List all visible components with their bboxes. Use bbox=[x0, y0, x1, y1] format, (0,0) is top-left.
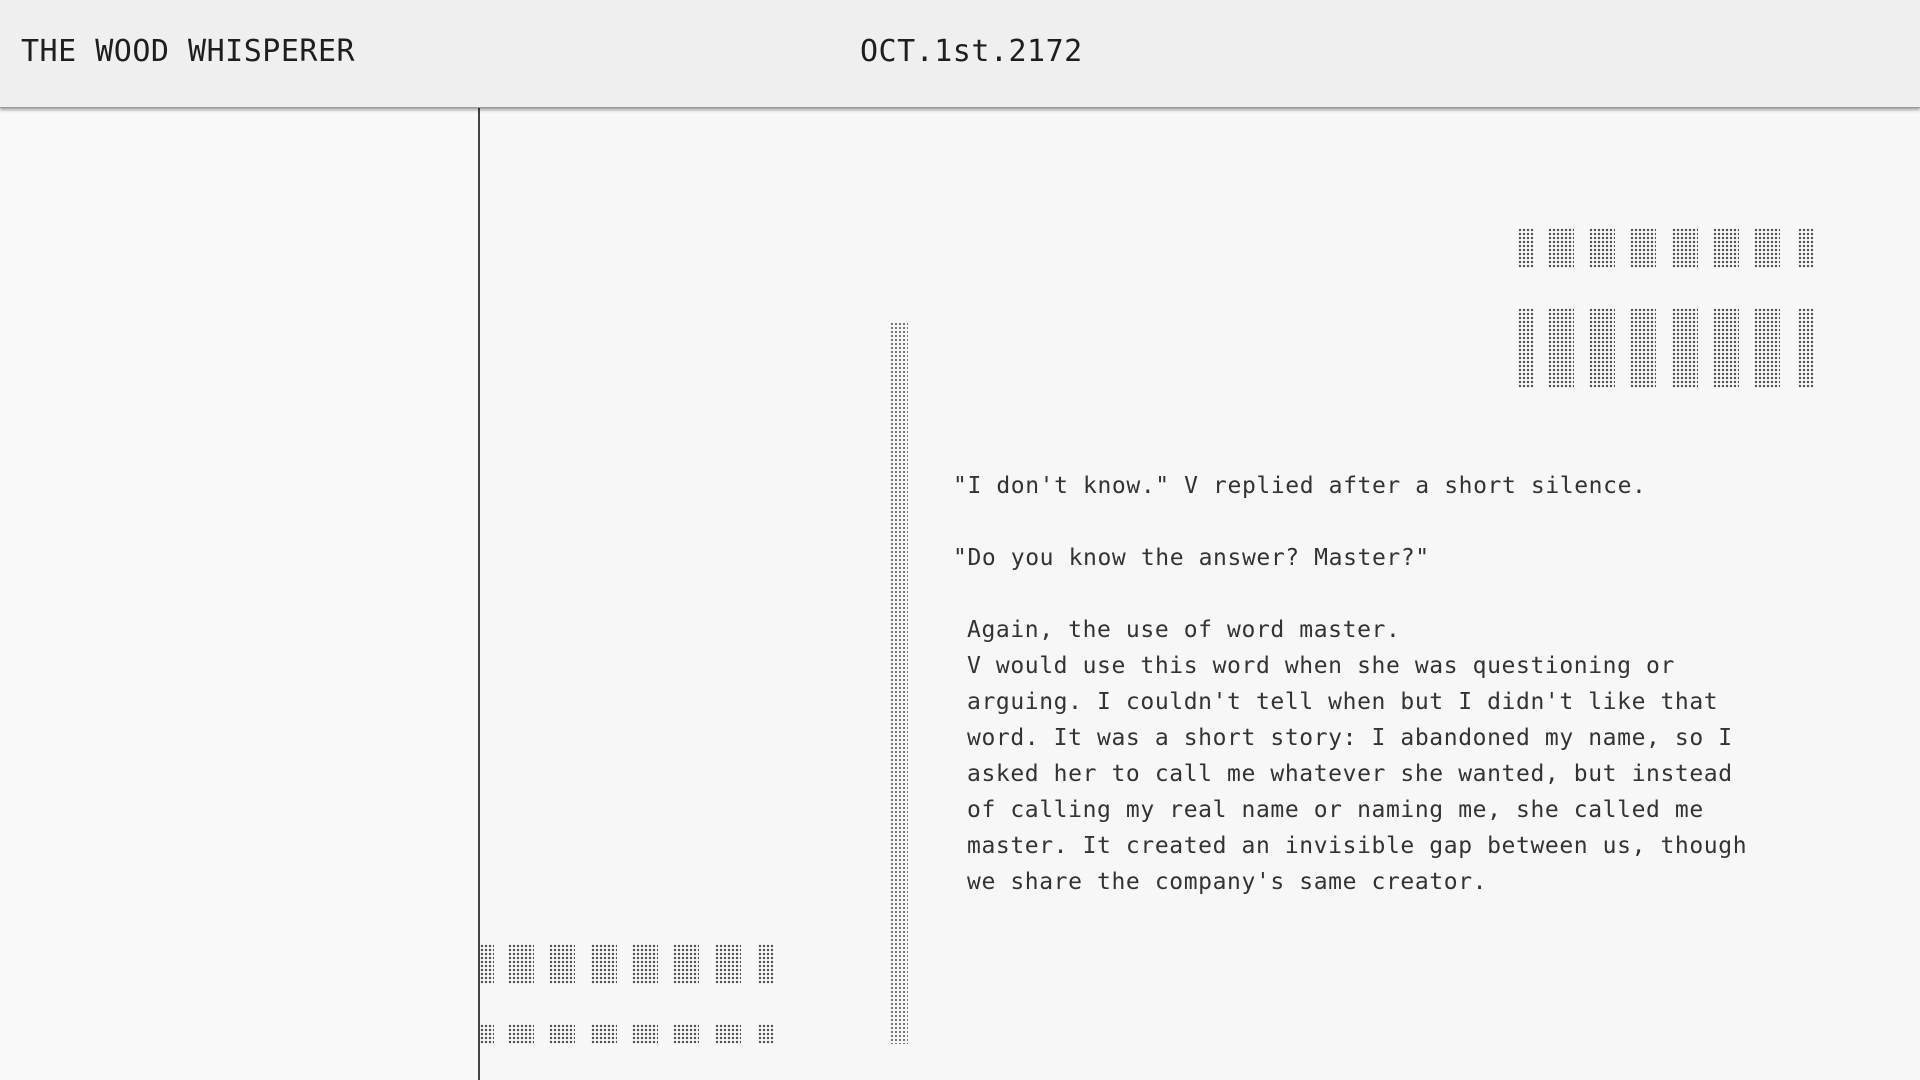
site-title[interactable]: THE WOOD WHISPERER bbox=[21, 34, 355, 69]
story-paragraph: Again, the use of word master. V would u… bbox=[967, 617, 1748, 895]
left-panel bbox=[0, 108, 480, 1080]
header-bar: THE WOOD WHISPERER OCT.1st.2172 bbox=[0, 0, 1920, 108]
story-line-1: "I don't know." V replied after a short … bbox=[953, 473, 1647, 499]
story-text: "I don't know." V replied after a short … bbox=[953, 468, 1793, 900]
date-label: OCT.1st.2172 bbox=[860, 34, 1083, 69]
halftone-vertical-bar bbox=[890, 322, 908, 1044]
story-line-2: "Do you know the answer? Master?" bbox=[953, 545, 1430, 571]
